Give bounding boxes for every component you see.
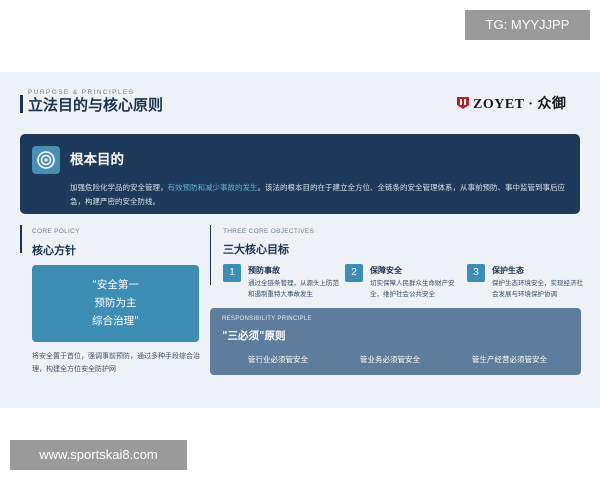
core-policy-description: 将安全置于首位，强调事前预防，通过多种手段综合治理，构建全方位安全防护网 [32, 352, 200, 373]
objective-number-badge: 1 [223, 264, 241, 282]
quote-line-3: 综合治理" [92, 315, 139, 327]
purpose-body: 加强危险化学品的安全管理，有效预防和减少事故的发生。该法的根本目的在于建立全方位… [70, 183, 565, 206]
zoyet-logo-icon [457, 97, 469, 109]
objectives-caption: THREE CORE OBJECTIVES [223, 228, 315, 235]
objective-number-badge: 3 [467, 264, 485, 282]
responsibility-caption: RESPONSIBILITY PRINCIPLE [222, 316, 312, 322]
objective-title: 预防事故 [248, 266, 280, 275]
title-accent-bar [20, 95, 23, 113]
target-icon [32, 146, 60, 174]
slide: PURPOSE & PRINCIPLES 立法目的与核心原则 ZOYET · 众… [0, 72, 600, 408]
objective-description: 切实保障人民群众生命财产安全，维护社会公共安全 [370, 279, 455, 298]
quote-line-2: 预防为主 [94, 297, 137, 309]
objective-description: 通过全链条管理，从源头上防范和遏制重特大事故发生 [248, 279, 339, 298]
objectives-title: 三大核心目标 [223, 243, 289, 256]
objective-item: 1 预防事故 通过全链条管理，从源头上防范和遏制重特大事故发生 [223, 262, 339, 310]
section-accent-bar [20, 225, 22, 253]
core-policy-section: CORE POLICY 核心方针 "安全第一 预防为主 综合治理" 将安全置于首… [20, 225, 206, 397]
objective-item: 3 保护生态 保护生态环境安全，实现经济社会发展与环境保护协调 [467, 262, 583, 310]
page-title: 立法目的与核心原则 [28, 96, 164, 114]
responsibility-card: RESPONSIBILITY PRINCIPLE "三必须"原则 管行业必须管安… [210, 308, 581, 375]
core-policy-title: 核心方针 [32, 244, 76, 257]
footer-url-watermark: www.sportskai8.com [10, 440, 187, 470]
overlay-tag: TG: MYYJJPP [465, 10, 590, 40]
quote-line-1: "安全第一 [92, 279, 139, 291]
logo-text: ZOYET · 众御 [473, 97, 567, 112]
policy-quote-box: "安全第一 预防为主 综合治理" [32, 265, 199, 342]
purpose-title: 根本目的 [70, 152, 124, 168]
objective-item: 2 保障安全 切实保障人民群众生命财产安全，维护社会公共安全 [345, 262, 461, 310]
responsibility-item: 管生产经营必须管安全 [472, 355, 547, 364]
objective-description: 保护生态环境安全，实现经济社会发展与环境保护协调 [492, 279, 583, 298]
objective-title: 保障安全 [370, 266, 402, 275]
responsibility-item: 管行业必须管安全 [248, 355, 308, 364]
purpose-card: 根本目的 加强危险化学品的安全管理，有效预防和减少事故的发生。该法的根本目的在于… [20, 134, 580, 214]
objective-number-badge: 2 [345, 264, 363, 282]
section-divider [210, 225, 211, 285]
brand-logo: ZOYET · 众御 [456, 92, 566, 114]
objective-title: 保护生态 [492, 266, 524, 275]
purpose-highlight: 有效预防和减少事故的发生 [167, 183, 258, 192]
core-policy-caption: CORE POLICY [32, 228, 80, 235]
responsibility-item: 管业务必须管安全 [360, 355, 420, 364]
responsibility-title: "三必须"原则 [222, 330, 286, 342]
